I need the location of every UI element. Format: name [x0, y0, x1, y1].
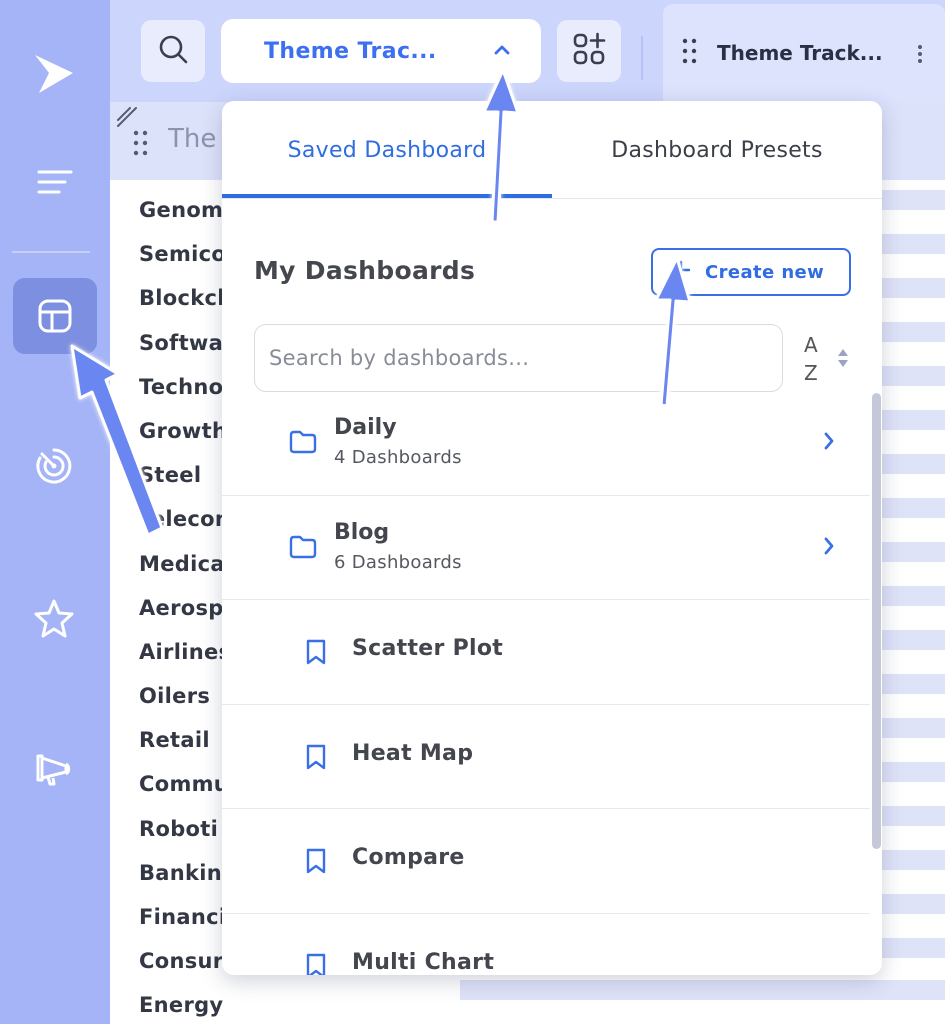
chart-stripes [882, 190, 945, 1024]
folder-count: 6 Dashboards [334, 551, 462, 573]
chart-stripes [460, 980, 945, 1024]
left-rail [0, 0, 110, 1024]
folder-icon [288, 429, 318, 459]
dashboard-tab-label: Theme Track... [717, 41, 883, 65]
folder-item-daily[interactable]: Daily 4 Dashboards [222, 391, 870, 496]
drag-grip-icon[interactable] [681, 37, 699, 69]
dashboard-list: Daily 4 Dashboards Blog 6 Dashboards Sca… [222, 391, 870, 975]
dashboard-dropdown: Saved Dashboard Dashboard Presets My Das… [222, 101, 882, 975]
rail-divider [12, 251, 90, 253]
theme-dropdown[interactable]: Theme Trac... [221, 19, 541, 83]
folder-item-blog[interactable]: Blog 6 Dashboards [222, 496, 870, 601]
dashboard-layout-icon[interactable] [13, 278, 97, 354]
search-button[interactable] [141, 20, 205, 82]
megaphone-icon[interactable] [28, 742, 80, 794]
section-title: My Dashboards [254, 256, 476, 285]
sort-arrows-icon [836, 347, 850, 373]
add-widget-icon [572, 32, 606, 70]
folder-name: Daily [334, 415, 397, 440]
panel-title: The [168, 124, 217, 154]
saved-dashboard-name: Scatter Plot [352, 636, 504, 662]
folder-name: Blog [334, 519, 390, 545]
dashboard-search-box [254, 324, 783, 392]
add-widget-button[interactable] [557, 20, 621, 82]
top-toolbar: Theme Trac... Theme Track... [110, 0, 945, 102]
tab-saved-dashboard[interactable]: Saved Dashboard [222, 101, 552, 199]
saved-dashboard-scatter-plot[interactable]: Scatter Plot [222, 600, 870, 705]
dropdown-tabs: Saved Dashboard Dashboard Presets [222, 101, 882, 199]
folder-icon [288, 534, 318, 564]
folder-count: 4 Dashboards [334, 447, 462, 468]
menu-lines-icon[interactable] [30, 160, 80, 204]
bookmark-icon [304, 952, 328, 975]
saved-dashboard-compare[interactable]: Compare [222, 809, 870, 914]
saved-dashboard-multi-chart[interactable]: Multi Chart [222, 914, 870, 975]
saved-dashboard-name: Compare [352, 845, 465, 871]
chevron-right-icon [822, 536, 836, 560]
logo-play-icon[interactable] [28, 48, 78, 98]
saved-dashboard-heat-map[interactable]: Heat Map [222, 705, 870, 810]
chevron-right-icon [822, 431, 836, 455]
search-icon [157, 33, 189, 69]
active-tab-indicator [222, 194, 552, 198]
create-new-label: Create new [705, 261, 825, 283]
star-icon[interactable] [28, 592, 80, 644]
saved-dashboard-name: Heat Map [352, 740, 474, 766]
create-new-button[interactable]: Create new [651, 248, 851, 296]
sort-az-toggle[interactable]: A Z [802, 331, 862, 387]
bookmark-icon [304, 847, 328, 879]
radar-icon[interactable] [28, 440, 80, 492]
drag-grip-icon[interactable] [132, 129, 150, 161]
saved-dashboard-name: Multi Chart [352, 949, 495, 975]
plus-icon [671, 260, 691, 284]
bookmark-icon [304, 743, 328, 775]
dashboard-tab[interactable]: Theme Track... [663, 4, 945, 102]
dropdown-scrollbar[interactable] [872, 393, 881, 849]
toolbar-divider [641, 36, 643, 80]
theme-dropdown-label: Theme Trac... [264, 38, 437, 64]
chevron-up-icon [493, 42, 511, 61]
sort-a-label: A [804, 333, 818, 357]
kebab-icon[interactable] [917, 44, 923, 68]
theme-row[interactable]: Energy [139, 983, 237, 1024]
sort-z-label: Z [804, 361, 818, 385]
dashboard-search-input[interactable] [269, 337, 759, 379]
tab-dashboard-presets[interactable]: Dashboard Presets [552, 101, 882, 199]
bookmark-icon [304, 638, 328, 670]
